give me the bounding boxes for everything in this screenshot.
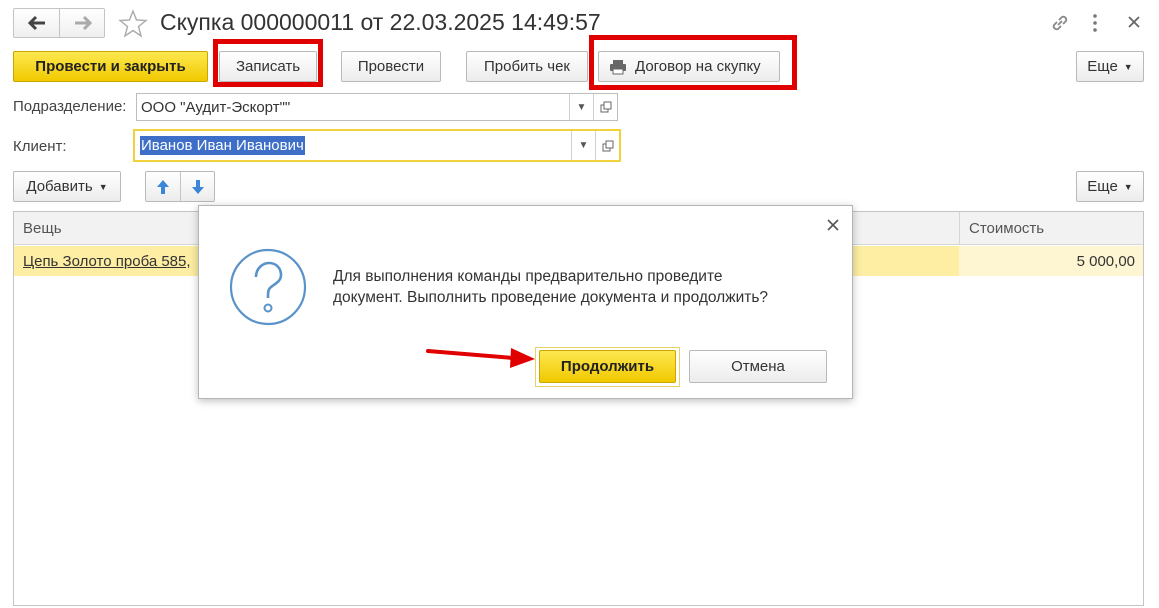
dropdown-button[interactable]: ▼ (571, 131, 595, 160)
receipt-button[interactable]: Пробить чек (466, 51, 588, 82)
question-icon (229, 248, 307, 326)
client-label: Клиент: (13, 138, 67, 155)
add-button-label: Добавить (26, 178, 93, 195)
more-button-label: Еще (1087, 58, 1118, 75)
column-divider (959, 212, 960, 245)
chevron-down-icon: ▼ (1123, 181, 1133, 192)
forward-button[interactable] (60, 9, 105, 37)
arrow-right-icon (74, 15, 92, 31)
annotation-arrow (426, 348, 535, 368)
more-button[interactable]: Еще ▼ (1076, 51, 1144, 82)
cost-cell: 5 000,00 (1076, 253, 1135, 270)
post-button[interactable]: Провести (341, 51, 441, 82)
table-more-label: Еще (1087, 178, 1118, 195)
item-cell[interactable]: Цепь Золото проба 585, (23, 253, 191, 270)
highlight-contract (589, 35, 797, 90)
division-label: Подразделение: (13, 98, 127, 115)
move-buttons-group (145, 171, 215, 202)
close-icon[interactable] (1126, 14, 1142, 30)
chevron-down-icon: ▼ (1123, 61, 1133, 72)
more-vertical-icon[interactable] (1090, 13, 1100, 33)
post-and-close-button[interactable]: Провести и закрыть (13, 51, 208, 82)
star-icon[interactable] (118, 9, 148, 39)
cancel-button[interactable]: Отмена (689, 350, 827, 383)
dialog-message-line1: Для выполнения команды предварительно пр… (333, 268, 723, 285)
client-value: Иванов Иван Иванович (140, 136, 305, 155)
chevron-down-icon: ▼ (98, 181, 108, 192)
column-header-item[interactable]: Вещь (23, 220, 62, 237)
close-icon[interactable] (826, 218, 840, 232)
link-icon[interactable] (1049, 12, 1071, 34)
division-value: ООО "Аудит-Эскорт"" (141, 98, 291, 116)
table-more-button[interactable]: Еще ▼ (1076, 171, 1144, 202)
dropdown-button[interactable]: ▼ (569, 94, 593, 120)
continue-button[interactable]: Продолжить (539, 350, 676, 383)
open-icon[interactable] (595, 131, 619, 160)
move-down-button[interactable] (181, 172, 215, 201)
open-icon[interactable] (593, 94, 617, 120)
move-up-button[interactable] (146, 172, 181, 201)
page-title: Скупка 000000011 от 22.03.2025 14:49:57 (160, 9, 601, 35)
nav-back-forward-group (13, 8, 105, 38)
arrow-up-icon (157, 179, 169, 194)
arrow-down-icon (192, 179, 204, 194)
add-button[interactable]: Добавить ▼ (13, 171, 121, 202)
back-button[interactable] (14, 9, 60, 37)
dialog-message-line2: документ. Выполнить проведение документа… (333, 289, 769, 306)
highlight-save (213, 39, 323, 87)
arrow-left-icon (27, 15, 45, 31)
client-field[interactable]: Иванов Иван Иванович ▼ (133, 129, 621, 162)
division-field[interactable]: ООО "Аудит-Эскорт"" ▼ (136, 93, 618, 121)
column-header-cost[interactable]: Стоимость (969, 220, 1044, 237)
